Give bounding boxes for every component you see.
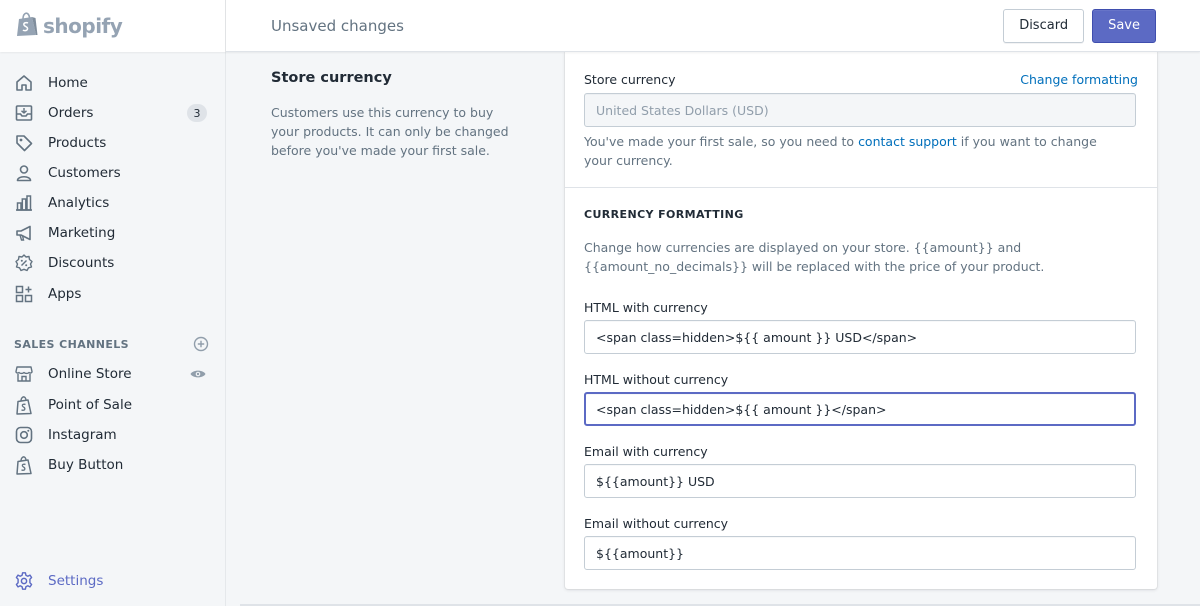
sidebar-item-label: Online Store — [48, 366, 132, 382]
person-icon — [14, 163, 34, 183]
sidebar-item-label: Discounts — [48, 255, 115, 271]
discard-button[interactable]: Discard — [1003, 8, 1085, 43]
sidebar-item-customers[interactable]: Customers — [0, 158, 226, 188]
html-without-currency-input[interactable] — [584, 392, 1136, 426]
brand-name: shopify — [43, 14, 123, 38]
sales-channels-title: SALES CHANNELS — [14, 337, 129, 351]
sidebar-item-label: Instagram — [48, 427, 117, 443]
store-currency-label: Store currency — [584, 72, 676, 87]
sidebar-item-label: Home — [48, 75, 88, 91]
sidebar-item-products[interactable]: Products — [0, 128, 226, 158]
save-bar-actions: Discard Save — [1003, 8, 1156, 43]
sidebar-item-online-store[interactable]: Online Store — [0, 359, 226, 389]
change-formatting-link[interactable]: Change formatting — [1020, 72, 1138, 87]
sidebar-item-label: Point of Sale — [48, 397, 133, 413]
sidebar-item-orders[interactable]: Orders 3 — [0, 98, 226, 128]
email-with-currency-input[interactable] — [584, 464, 1136, 498]
unsaved-changes-title: Unsaved changes — [271, 16, 404, 35]
discount-icon — [14, 253, 34, 273]
sidebar-item-label: Analytics — [48, 195, 110, 211]
main-content: Store currency Customers use this curren… — [226, 52, 1200, 606]
apps-icon — [14, 284, 34, 304]
email-without-currency-input[interactable] — [584, 536, 1136, 570]
view-store-eye-icon[interactable] — [189, 365, 207, 383]
sidebar-item-analytics[interactable]: Analytics — [0, 188, 226, 218]
sidebar-item-label: Customers — [48, 165, 121, 181]
store-icon — [14, 364, 34, 384]
contextual-save-bar: Unsaved changes Discard Save — [226, 0, 1200, 51]
sidebar-item-instagram[interactable]: Instagram — [0, 420, 226, 450]
orders-icon — [14, 103, 34, 123]
sidebar-item-settings[interactable]: Settings — [0, 566, 226, 596]
sidebar-item-point-of-sale[interactable]: Point of Sale — [0, 390, 226, 420]
currency-help-text: You've made your first sale, so you need… — [584, 132, 1124, 170]
sidebar-item-discounts[interactable]: Discounts — [0, 248, 226, 278]
html-with-currency-label: HTML with currency — [584, 300, 708, 315]
sales-channels-header: SALES CHANNELS — [14, 336, 210, 352]
shopify-bag-icon — [14, 395, 34, 415]
add-sales-channel-icon[interactable] — [192, 335, 210, 353]
store-currency-field[interactable] — [584, 93, 1136, 127]
help-text-before: You've made your first sale, so you need… — [584, 134, 859, 149]
save-button[interactable]: Save — [1092, 8, 1156, 43]
sidebar-item-label: Buy Button — [48, 457, 124, 473]
sidebar-item-apps[interactable]: Apps — [0, 279, 226, 309]
sidebar-item-home[interactable]: Home — [0, 68, 226, 98]
tag-icon — [14, 133, 34, 153]
gear-icon — [14, 571, 34, 591]
contact-support-link[interactable]: contact support — [858, 134, 957, 149]
currency-formatting-heading: CURRENCY FORMATTING — [584, 208, 744, 221]
top-bar: shopify Unsaved changes Discard Save — [0, 0, 1200, 52]
sidebar-item-marketing[interactable]: Marketing — [0, 218, 226, 248]
brand[interactable]: shopify — [0, 0, 226, 52]
sidebar-item-label: Products — [48, 135, 107, 151]
instagram-icon — [14, 425, 34, 445]
email-with-currency-label: Email with currency — [584, 444, 708, 459]
section-title: Store currency — [271, 70, 392, 86]
section-description: Customers use this currency to buy your … — [271, 105, 509, 158]
html-with-currency-input[interactable] — [584, 320, 1136, 354]
sidebar-item-label: Marketing — [48, 225, 116, 241]
megaphone-icon — [14, 223, 34, 243]
html-without-currency-label: HTML without currency — [584, 372, 729, 387]
sidebar-item-label: Settings — [48, 573, 104, 589]
store-currency-section: Store currency Change formatting You've … — [565, 52, 1157, 188]
shopify-bag-icon — [14, 455, 34, 475]
currency-formatting-description: Change how currencies are displayed on y… — [584, 240, 1045, 274]
sidebar-item-label: Orders — [48, 105, 94, 121]
email-without-currency-label: Email without currency — [584, 516, 729, 531]
orders-count-badge: 3 — [187, 104, 207, 122]
home-icon — [14, 73, 34, 93]
store-currency-card: Store currency Change formatting You've … — [565, 52, 1157, 589]
sidebar-item-buy-button[interactable]: Buy Button — [0, 450, 226, 480]
shopify-logo-icon — [15, 11, 39, 41]
sidebar-nav: Home Orders 3 Products Customers Analyti… — [0, 52, 226, 606]
annotation-column: Store currency Customers use this curren… — [271, 70, 511, 160]
sidebar-item-label: Apps — [48, 286, 82, 302]
bar-chart-icon — [14, 193, 34, 213]
